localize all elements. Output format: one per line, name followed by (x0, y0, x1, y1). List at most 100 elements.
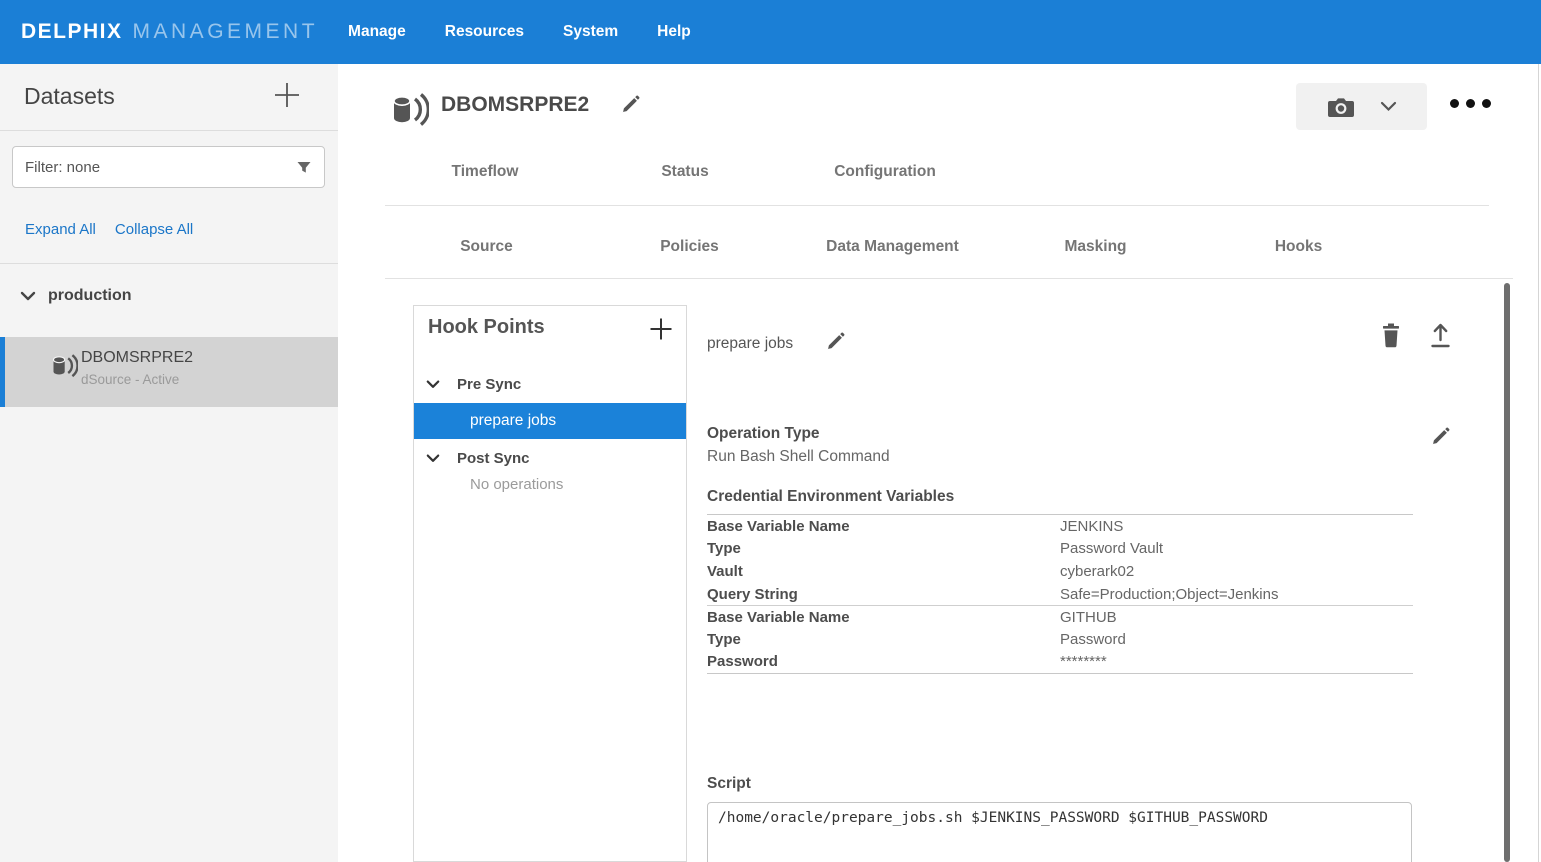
credentials-table: Base Variable Name JENKINS Type Password… (707, 514, 1413, 674)
camera-icon (1327, 95, 1355, 119)
dsource-icon (389, 89, 429, 131)
edit-hook-name-button[interactable] (825, 331, 846, 352)
top-navbar: DELPHIX MANAGEMENT Manage Resources Syst… (0, 0, 1541, 64)
script-section-title: Script (707, 775, 751, 793)
hook-points-panel: Hook Points Pre Sync prepare jobs (413, 305, 687, 862)
tab-masking[interactable]: Masking (994, 224, 1197, 270)
hook-group-label: Post Sync (457, 450, 530, 467)
tab-status[interactable]: Status (585, 150, 785, 194)
add-hook-button[interactable] (648, 316, 674, 342)
plus-icon (272, 80, 302, 110)
sidebar-header: Datasets (0, 64, 338, 131)
main-content: DBOMSRPRE2 (338, 64, 1541, 862)
hook-group-post-sync[interactable]: Post Sync (414, 444, 686, 472)
tab-data-management[interactable]: Data Management (791, 224, 994, 270)
credential-value: Password Vault (1060, 540, 1413, 557)
credential-value: JENKINS (1060, 518, 1413, 535)
table-row: Vault cyberark02 (707, 560, 1413, 583)
chevron-down-icon (1380, 101, 1397, 112)
delphix-logo[interactable]: DELPHIX MANAGEMENT (21, 20, 318, 44)
dataset-name: DBOMSRPRE2 (81, 349, 193, 367)
ellipsis-icon (1450, 99, 1459, 108)
logo-secondary: MANAGEMENT (133, 20, 319, 44)
credential-value: cyberark02 (1060, 563, 1413, 580)
ellipsis-icon (1466, 99, 1475, 108)
hook-group-pre-sync[interactable]: Pre Sync (414, 370, 686, 398)
credential-label: Base Variable Name (707, 518, 1060, 535)
credential-label: Type (707, 631, 1060, 648)
table-row: Base Variable Name GITHUB (707, 605, 1413, 628)
no-operations-label: No operations (470, 476, 563, 493)
dsource-icon (50, 352, 78, 380)
add-dataset-button[interactable] (272, 80, 302, 110)
credentials-section-title: Credential Environment Variables (707, 488, 954, 506)
table-row: Query String Safe=Production;Object=Jenk… (707, 583, 1413, 606)
edit-operation-button[interactable] (1430, 426, 1451, 447)
hook-points-title: Hook Points (428, 316, 545, 339)
credential-value: GITHUB (1060, 609, 1413, 626)
tab-hooks[interactable]: Hooks (1197, 224, 1400, 270)
chevron-down-icon[interactable] (20, 291, 36, 301)
sidebar-item-dbomsrpre2[interactable]: DBOMSRPRE2 dSource - Active (0, 337, 338, 407)
chevron-down-icon[interactable] (426, 380, 440, 389)
hook-group-label: Pre Sync (457, 376, 521, 393)
more-actions-button[interactable] (1450, 99, 1491, 108)
ellipsis-icon (1482, 99, 1491, 108)
credential-label: Type (707, 540, 1060, 557)
primary-tabs: Timeflow Status Configuration (385, 150, 985, 194)
vertical-scrollbar-thumb[interactable] (1504, 283, 1510, 862)
tab-policies[interactable]: Policies (588, 224, 791, 270)
tree-group-production[interactable]: production (0, 282, 338, 310)
credential-label: Query String (707, 586, 1060, 603)
collapse-all-link[interactable]: Collapse All (115, 221, 193, 238)
divider (385, 278, 1513, 279)
credential-value: Safe=Production;Object=Jenkins (1060, 586, 1413, 603)
credential-label: Base Variable Name (707, 609, 1060, 626)
tab-source[interactable]: Source (385, 224, 588, 270)
pencil-icon (1430, 426, 1451, 447)
chevron-down-icon[interactable] (426, 454, 440, 463)
table-row: Type Password Vault (707, 538, 1413, 561)
credential-label: Password (707, 653, 1060, 670)
funnel-icon[interactable] (296, 159, 312, 175)
table-row: Type Password (707, 628, 1413, 651)
trash-icon (1379, 322, 1403, 349)
tree-actions: Expand All Collapse All (25, 221, 193, 238)
nav-item-help[interactable]: Help (657, 23, 691, 41)
dataset-filter[interactable] (12, 146, 325, 188)
pencil-icon (825, 331, 846, 352)
snapshot-button[interactable] (1296, 83, 1427, 130)
page-title: DBOMSRPRE2 (441, 93, 589, 117)
delete-hook-button[interactable] (1379, 322, 1403, 349)
logo-primary: DELPHIX (21, 20, 123, 44)
export-hook-button[interactable] (1428, 321, 1453, 349)
table-row: Base Variable Name JENKINS (707, 515, 1413, 538)
operation-type-label: Operation Type (707, 425, 820, 443)
divider (385, 205, 1489, 206)
upload-icon (1428, 321, 1453, 349)
dataset-status: dSource - Active (81, 372, 179, 387)
tree-group-label: production (48, 287, 132, 305)
nav-item-resources[interactable]: Resources (445, 23, 524, 41)
edit-title-button[interactable] (620, 94, 641, 115)
divider (0, 263, 338, 264)
hook-item-prepare-jobs[interactable]: prepare jobs (414, 403, 686, 439)
tab-configuration[interactable]: Configuration (785, 150, 985, 194)
credential-value: ******** (1060, 653, 1413, 670)
hook-name-label: prepare jobs (707, 335, 793, 353)
scrollbar-track-border (1538, 64, 1539, 862)
expand-all-link[interactable]: Expand All (25, 221, 96, 238)
navbar-menu: Manage Resources System Help (348, 23, 730, 41)
script-editor[interactable]: /home/oracle/prepare_jobs.sh $JENKINS_PA… (707, 802, 1412, 862)
nav-item-manage[interactable]: Manage (348, 23, 406, 41)
configuration-subtabs: Source Policies Data Management Masking … (385, 224, 1400, 270)
table-row: Password ******** (707, 651, 1413, 674)
nav-item-system[interactable]: System (563, 23, 618, 41)
sidebar-title: Datasets (24, 64, 115, 128)
pencil-icon (620, 94, 641, 115)
app-window: DELPHIX MANAGEMENT Manage Resources Syst… (0, 0, 1541, 862)
operation-type-value: Run Bash Shell Command (707, 448, 890, 466)
filter-input[interactable] (25, 159, 296, 176)
credential-value: Password (1060, 631, 1413, 648)
tab-timeflow[interactable]: Timeflow (385, 150, 585, 194)
